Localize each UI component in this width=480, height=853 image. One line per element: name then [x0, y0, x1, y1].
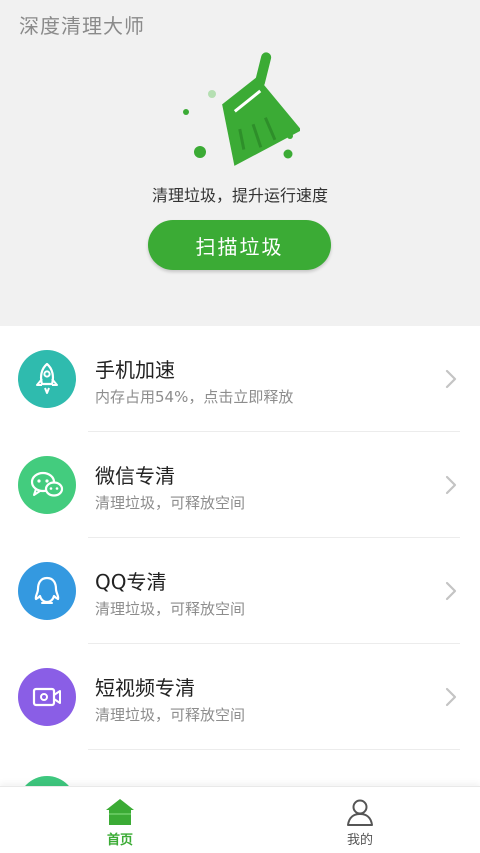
feature-list: 手机加速 内存占用54%，点击立即释放 微信专清 清理垃圾，可释放空间 QQ专清… — [0, 326, 480, 786]
qq-icon — [18, 562, 76, 620]
tab-mine-label: 我的 — [346, 833, 373, 848]
tagline: 清理垃圾，提升运行速度 — [151, 186, 328, 205]
user-icon — [347, 799, 373, 826]
list-item-title: 微信专清 — [95, 464, 175, 488]
list-item-qq-clean[interactable]: QQ专清 清理垃圾，可释放空间 — [0, 538, 480, 644]
list-item-title: 短视频专清 — [95, 676, 195, 700]
list-item-short-video-clean[interactable]: 短视频专清 清理垃圾，可释放空间 — [0, 644, 480, 750]
wechat-icon — [18, 456, 76, 514]
tab-mine[interactable]: 我的 — [240, 787, 480, 853]
list-item-subtitle: 清理垃圾，可释放空间 — [95, 600, 246, 618]
chevron-right-icon — [445, 687, 457, 707]
list-item-subtitle: 内存占用54%，点击立即释放 — [95, 388, 294, 406]
broom-icon — [183, 52, 300, 166]
rocket-icon — [18, 350, 76, 408]
app-title: 深度清理大师 — [19, 14, 145, 38]
video-icon — [18, 668, 76, 726]
list-item-subtitle: 清理垃圾，可释放空间 — [95, 494, 246, 512]
chevron-right-icon — [445, 475, 457, 495]
list-item-subtitle: 清理垃圾，可释放空间 — [95, 706, 246, 724]
divider — [88, 749, 460, 750]
next-item-icon-peek — [18, 776, 76, 786]
hero-panel: 深度清理大师 清理垃圾，提升运行速度 扫描垃圾 — [0, 0, 480, 326]
list-item-phone-boost[interactable]: 手机加速 内存占用54%，点击立即释放 — [0, 326, 480, 432]
list-item-title: 手机加速 — [95, 358, 175, 382]
tab-home[interactable]: 首页 — [0, 787, 240, 853]
chevron-right-icon — [445, 369, 457, 389]
tab-home-label: 首页 — [106, 833, 133, 848]
scan-button[interactable]: 扫描垃圾 — [148, 220, 331, 270]
chevron-right-icon — [445, 581, 457, 601]
bottom-tab-bar: 首页 我的 — [0, 786, 480, 853]
list-item-title: QQ专清 — [95, 570, 167, 594]
home-icon — [106, 799, 134, 825]
list-item-wechat-clean[interactable]: 微信专清 清理垃圾，可释放空间 — [0, 432, 480, 538]
